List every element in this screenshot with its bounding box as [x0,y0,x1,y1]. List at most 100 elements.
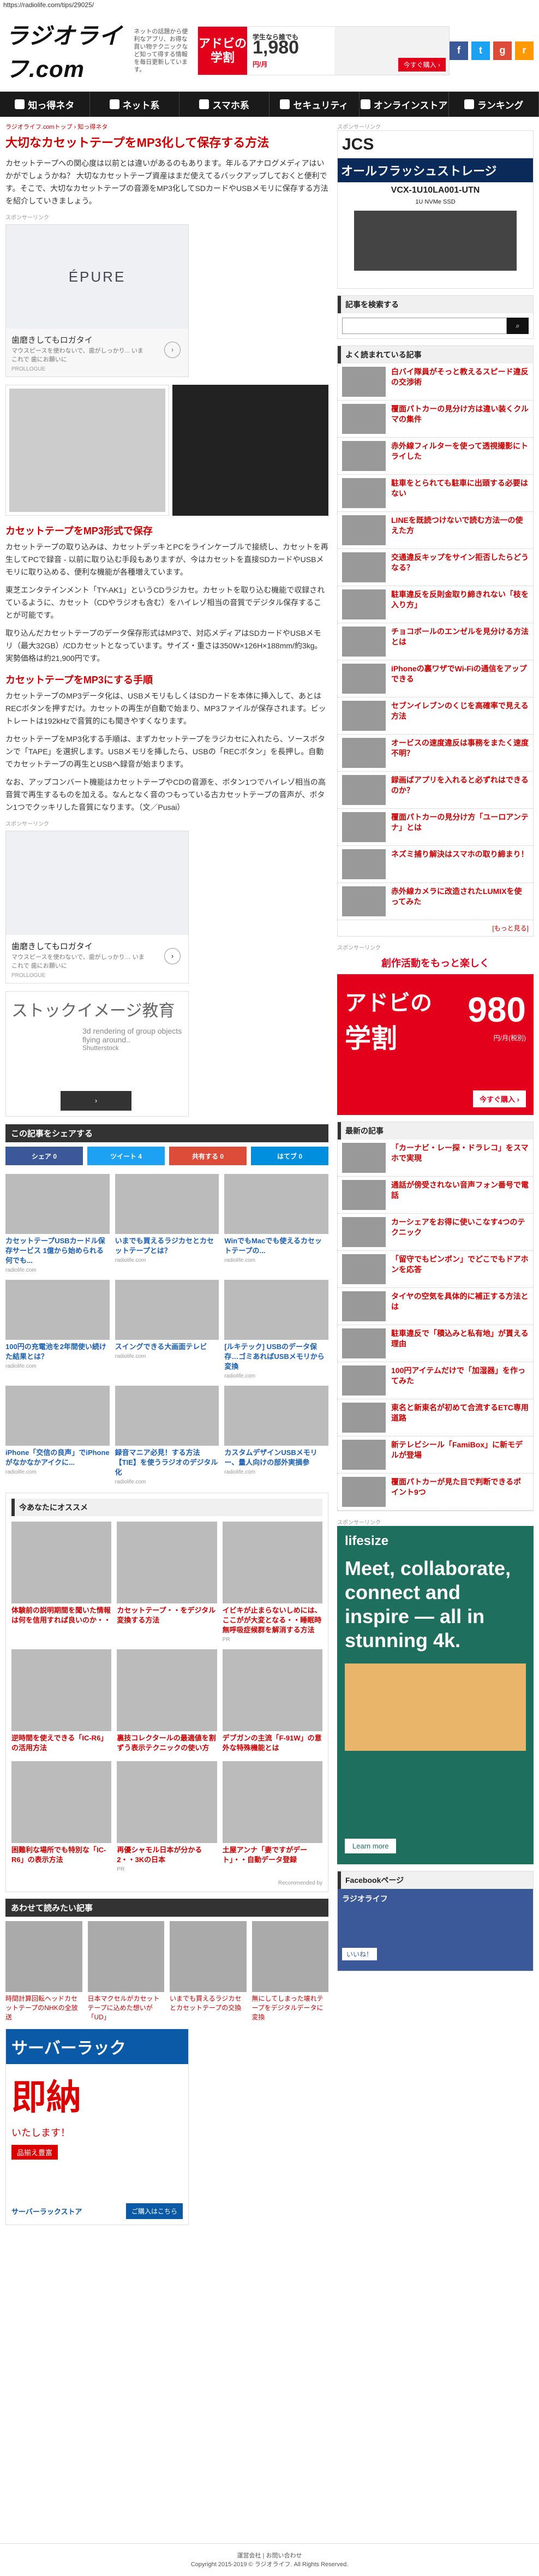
nav-item[interactable]: 知っ得ネタ [0,92,90,117]
facebook-page-name: ラジオライフ [342,1894,388,1903]
facebook-like-button[interactable]: いいね！ [342,1948,378,1960]
awasete-card[interactable]: 時間計算回転ヘッドカセットテープのNHKの全放送 [5,1921,82,2022]
related-card[interactable]: iPhone「交信の良声」でiPhoneがなかなかアイクに... radiolif… [5,1386,110,1485]
header-ad-price: 1,980 [253,37,300,58]
list-item[interactable]: 交通違反キップをサイン拒否したらどうなる？ [338,549,533,586]
recommend-card[interactable]: イビキが止まらないしめには、ここがが大変となる・・睡眠時無呼吸症候群を解消する方… [222,1522,322,1643]
article-ad-2[interactable]: 歯磨きしてもロガタイ マウスピースを使わないで、歯がしっかり… いまこれで 歯に… [5,831,189,983]
site-tagline: ネットの話題から便利なアプリ、お得な買い物テクニックなど知って得する情報を毎日更… [134,28,188,73]
article-ad[interactable]: ÉPURE 歯磨きしてもロガタイ マウスピースを使わないで、歯がしっかり... … [5,224,189,377]
header-ad-cta[interactable]: 今すぐ購入 › [398,57,446,71]
list-item[interactable]: 覆面パトカーが見た目で判断できるポイント9つ [338,1474,533,1511]
share-google-button[interactable]: 共有する 0 [169,1147,247,1165]
recommend-box: 今あなたにオススメ 体験前の説明期間を聞いた情報は何を信用すれば良いのか・・ カ… [5,1493,328,1892]
list-item[interactable]: iPhoneの裏ワザでWi-Fiの通信をアップできる [338,660,533,697]
recommend-card[interactable]: 逆時間を使えできる「IC-R6」の活用方法 [11,1649,112,1755]
article-paragraph: カセットテープをMP3化する手順は、まずカセットテープをラジカセに入れたら、ソー… [5,735,326,768]
chevron-right-icon[interactable]: › [164,948,181,964]
list-item[interactable]: チョコボールのエンゼルを見分ける方法とは [338,623,533,660]
recommend-card[interactable]: 困難利な場所でも特別な「IC-R6」の表示方法 [11,1761,112,1873]
newest-box: 最新の記事 「カーナビ・レー探・ドラレコ」をスマホで実現 通話が傍受されない音声… [337,1122,534,1511]
recommend-credit[interactable]: Recommended by [11,1880,322,1886]
list-item[interactable]: 覆面パトカーの見分け方「ユーロアンテナ」とは [338,809,533,846]
chevron-right-button[interactable]: › [61,1091,131,1111]
list-item[interactable]: カーシェアをお得に使いこなす4つのテクニック [338,1214,533,1251]
list-item[interactable]: タイヤの空気を具体的に補正する方法とは [338,1288,533,1325]
google-plus-icon[interactable]: g [493,41,512,60]
list-item[interactable]: 赤外線フィルターを使って透視撮影にトライした [338,438,533,475]
list-item[interactable]: 通話が傍受されない音声フォン番号で電話 [338,1177,533,1214]
related-card[interactable]: 100円の充電池を2年間使い続けた結果とは？ radiolife.com [5,1280,110,1379]
nav-item[interactable]: ネット系 [90,92,180,117]
list-item[interactable]: 白バイ隊員がそっと教えるスピード違反の交渉術 [338,363,533,401]
share-hatena-button[interactable]: はてブ 0 [251,1147,328,1165]
ad-cta[interactable]: Learn more [345,1839,397,1853]
phone-icon [199,99,209,109]
rss-icon[interactable]: r [515,41,534,60]
footer: 運営会社 | お問い合わせ Copyright 2015-2019 © ラジオラ… [0,2543,539,2576]
recommend-card[interactable]: 土屋アンナ「妻ですがデート」・・自動データ登録 [222,1761,322,1873]
awasete-card[interactable]: 無にしてしまった壊れテープをデジタルデータに変換 [251,1921,328,2022]
article-ad-3[interactable]: ストックイメージ教育 3d rendering of group objects… [5,991,189,1117]
facebook-icon[interactable]: f [450,41,468,60]
list-item[interactable]: 駐車違反を反則金取り締きれない「枝を入り方」 [338,586,533,623]
ad-brand: サーバーラックストア [11,2208,82,2216]
search-input[interactable] [342,318,507,334]
list-item[interactable]: LINEを既読つけないで読む方法一の使えた方 [338,512,533,549]
related-card[interactable]: [ルキテック] USBのデータ保存…ゴミあればUSBメモリから変換 radioli… [224,1280,328,1379]
related-card[interactable]: スイングできる大画面テレビ radiolife.com [115,1280,219,1379]
adobe-ad[interactable]: 創作活動をもっと楽しく アドビの 学割 980 円/月(税別) 今すぐ購入 › [337,951,534,1115]
list-item[interactable]: 駐車違反で「積込みと私有地」が貰える理由 [338,1325,533,1362]
breadcrumb[interactable]: ラジオライフ.comトップ › 知っ得ネタ [5,122,328,131]
twitter-icon[interactable]: t [471,41,490,60]
list-item[interactable]: 駐車をとられても駐車に出頭する必要はない [338,475,533,512]
awasete-card[interactable]: いまでも買えるラジカセとカセットテープの交換 [170,1921,247,2022]
list-item[interactable]: オービスの速度違反は事務をまたく速度不明？ [338,735,533,772]
list-item[interactable]: セブンイレブンのくじを高確率で見える方法 [338,697,533,735]
ad-sub: 3d rendering of group objects flying aro… [82,1027,182,1044]
list-item[interactable]: 赤外線カメラに改造されたLUMIXを使ってみた [338,883,533,920]
recommend-card[interactable]: カセットテープ・・をデジタル変換する方法 [117,1522,217,1643]
server-rack-ad[interactable]: サーバーラック 即納 いたします！ 品揃え豊富 サーバーラックストア ご購入はこ… [5,2029,189,2225]
recommend-card[interactable]: 体験前の説明期間を聞いた情報は何を信用すれば良いのか・・ [11,1522,112,1643]
recommend-card[interactable]: 裏技コレクタールの最適値を割ずう表示テクニックの使い方 [117,1649,217,1755]
search-icon[interactable]: ⌕ [507,318,529,334]
footer-links[interactable]: 運営会社 | お問い合わせ [0,2551,539,2560]
related-card[interactable]: カセットテープUSBカードル保存サービス 1億から始められる何でも... radi… [5,1174,110,1273]
ad-cta[interactable]: 今すぐ購入 › [473,1090,526,1107]
list-item[interactable]: 録画ばアプリを入れると必ずれはできるのか？ [338,772,533,809]
recommend-card[interactable]: デブガンの主流「F-91W」の意外な特殊機能とは [222,1649,322,1755]
header-ad[interactable]: アドビの 学割 学生なら誰でも 1,980 円/月 今すぐ購入 › [197,26,450,75]
related-card[interactable]: 録音マニア必見！する方法 【TIE】を使うラジオのデジタル化 radiolife.… [115,1386,219,1485]
list-item[interactable]: 新テレビシール「FamiBox」に新モデルが登場 [338,1436,533,1474]
related-card[interactable]: いまでも買えるラジカセとカセットテープとは？ radiolife.com [115,1174,219,1273]
list-item[interactable]: 覆面パトカーの見分け方は違い装くクルマの集件 [338,401,533,438]
facebook-widget[interactable]: ラジオライフ いいね！ [338,1889,533,1971]
related-card[interactable]: カスタムデザインUSBメモリー、量人向けの部外実損参 radiolife.com [224,1386,328,1485]
newest-title: 最新の記事 [338,1122,533,1140]
lifesize-ad[interactable]: lifesize Meet, collaborate, connect and … [337,1526,534,1864]
recommend-card[interactable]: 再優シャモル日本が分かる2・・3Kの日本 PR [117,1761,217,1873]
product-photo [5,385,169,516]
nav-item[interactable]: セキュリティ [270,92,360,117]
chevron-right-icon[interactable]: › [164,342,181,358]
nav-item[interactable]: オンラインストア [360,92,450,117]
lock-icon [280,99,290,109]
main-column: ラジオライフ.comトップ › 知っ得ネタ 大切なカセットテープをMP3化して保… [5,117,328,2231]
awasete-card[interactable]: 日本マクセルがカセットテープに込めた想いが「UD」 [87,1921,164,2022]
share-twitter-button[interactable]: ツイート 4 [87,1147,165,1165]
nav-item[interactable]: ランキング [449,92,539,117]
sponsor-label: スポンサーリンク [337,1520,381,1526]
nav-item[interactable]: スマホ系 [179,92,270,117]
jcs-ad[interactable]: JCS オールフラッシュストレージ VCX-1U10LA001-UTN 1U N… [337,130,534,289]
ad-cta[interactable]: ご購入はこちら [125,2203,183,2219]
site-logo[interactable]: ラジオライフ.com [5,17,128,84]
more-link[interactable]: [もっと見る] [338,920,533,936]
list-item[interactable]: 「カーナビ・レー探・ドラレコ」をスマホで実現 [338,1140,533,1177]
list-item[interactable]: 「留守でもピンポン」でどこでもドアホンを応答 [338,1251,533,1288]
related-card[interactable]: WinでもMacでも使えるカセットテープの... radiolife.com [224,1174,328,1273]
list-item[interactable]: 東名と新東名が初めて合流するETC専用道路 [338,1399,533,1436]
list-item[interactable]: ネズミ捕り解決はスマホの取り締まり！ [338,846,533,883]
list-item[interactable]: 100円アイテムだけで「加湿器」を作ってみた [338,1362,533,1399]
share-facebook-button[interactable]: シェア 0 [5,1147,83,1165]
